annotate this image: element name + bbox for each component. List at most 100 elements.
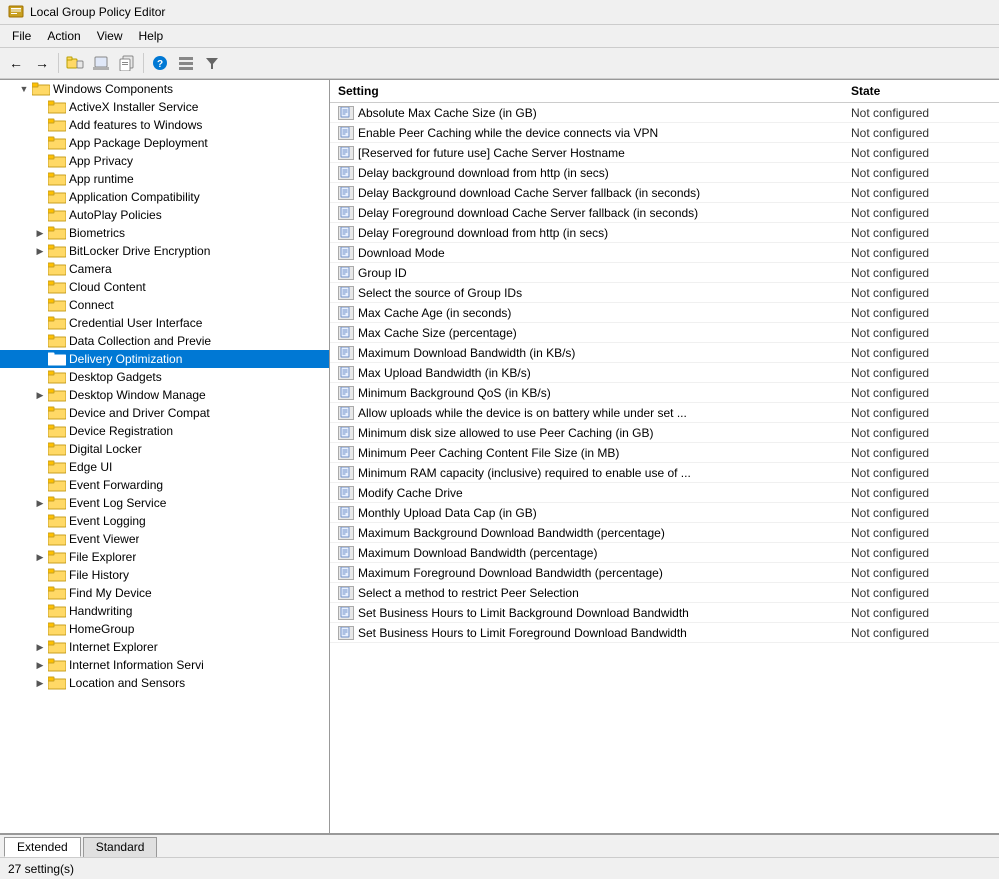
setting-name: Download Mode (358, 246, 851, 260)
setting-row[interactable]: Set Business Hours to Limit Foreground D… (330, 623, 999, 643)
setting-name: Delay background download from http (in … (358, 166, 851, 180)
setting-row[interactable]: Maximum Foreground Download Bandwidth (p… (330, 563, 999, 583)
setting-row[interactable]: Delay Background download Cache Server f… (330, 183, 999, 203)
tree-item-event-logging[interactable]: Event Logging (0, 512, 329, 530)
tree-item-windows-components[interactable]: Windows Components (0, 80, 329, 98)
tree-label: Application Compatibility (69, 190, 200, 204)
setting-row[interactable]: Allow uploads while the device is on bat… (330, 403, 999, 423)
tree-item-location-sensors[interactable]: Location and Sensors (0, 674, 329, 692)
tree-item-internet-info[interactable]: Internet Information Servi (0, 656, 329, 674)
tree-item-desktop-gadgets[interactable]: Desktop Gadgets (0, 368, 329, 386)
tree-item-homegroup[interactable]: HomeGroup (0, 620, 329, 638)
setting-state: Not configured (851, 406, 991, 420)
setting-row[interactable]: Group IDNot configured (330, 263, 999, 283)
setting-row[interactable]: Absolute Max Cache Size (in GB)Not confi… (330, 103, 999, 123)
setting-icon (338, 466, 354, 480)
setting-row[interactable]: Max Upload Bandwidth (in KB/s)Not config… (330, 363, 999, 383)
tree-item-cloud-content[interactable]: Cloud Content (0, 278, 329, 296)
setting-icon (338, 306, 354, 320)
tree-item-app-runtime[interactable]: App runtime (0, 170, 329, 188)
browse-button[interactable] (63, 51, 87, 75)
setting-row[interactable]: Minimum Background QoS (in KB/s)Not conf… (330, 383, 999, 403)
setting-row[interactable]: Select a method to restrict Peer Selecti… (330, 583, 999, 603)
expand-arrow[interactable] (32, 675, 48, 691)
setting-row[interactable]: Max Cache Age (in seconds)Not configured (330, 303, 999, 323)
tree-item-event-fwd[interactable]: Event Forwarding (0, 476, 329, 494)
setting-row[interactable]: Maximum Download Bandwidth (in KB/s)Not … (330, 343, 999, 363)
expand-arrow[interactable] (32, 225, 48, 241)
tree-item-delivery-opt[interactable]: Delivery Optimization (0, 350, 329, 368)
expand-arrow[interactable] (32, 495, 48, 511)
tree-item-app-privacy[interactable]: App Privacy (0, 152, 329, 170)
tree-item-event-log[interactable]: Event Log Service (0, 494, 329, 512)
setting-state: Not configured (851, 286, 991, 300)
expand-arrow[interactable] (32, 243, 48, 259)
tree-item-desktop-window[interactable]: Desktop Window Manage (0, 386, 329, 404)
tree-item-connect[interactable]: Connect (0, 296, 329, 314)
setting-row[interactable]: Maximum Download Bandwidth (percentage)N… (330, 543, 999, 563)
menu-help[interactable]: Help (131, 27, 172, 45)
setting-icon (338, 546, 354, 560)
setting-name: Minimum Peer Caching Content File Size (… (358, 446, 851, 460)
setting-row[interactable]: Download ModeNot configured (330, 243, 999, 263)
setting-row[interactable]: Delay Foreground download Cache Server f… (330, 203, 999, 223)
expand-arrow[interactable] (32, 639, 48, 655)
help-button[interactable]: ? (148, 51, 172, 75)
menu-view[interactable]: View (89, 27, 131, 45)
tree-item-data-collection[interactable]: Data Collection and Previe (0, 332, 329, 350)
menu-action[interactable]: Action (39, 27, 88, 45)
tree-item-event-viewer[interactable]: Event Viewer (0, 530, 329, 548)
setting-row[interactable]: Minimum Peer Caching Content File Size (… (330, 443, 999, 463)
expand-arrow[interactable] (32, 657, 48, 673)
back-button[interactable]: ← (4, 51, 28, 75)
menu-file[interactable]: File (4, 27, 39, 45)
setting-row[interactable]: Select the source of Group IDsNot config… (330, 283, 999, 303)
tree-item-activex[interactable]: ActiveX Installer Service (0, 98, 329, 116)
setting-row[interactable]: Minimum disk size allowed to use Peer Ca… (330, 423, 999, 443)
tree-item-credential-ui[interactable]: Credential User Interface (0, 314, 329, 332)
tree-item-autoplay[interactable]: AutoPlay Policies (0, 206, 329, 224)
tab-standard[interactable]: Standard (83, 837, 158, 857)
expand-arrow[interactable] (32, 549, 48, 565)
tree-item-app-compat[interactable]: Application Compatibility (0, 188, 329, 206)
tree-item-app-package[interactable]: App Package Deployment (0, 134, 329, 152)
setting-row[interactable]: Minimum RAM capacity (inclusive) require… (330, 463, 999, 483)
setting-row[interactable]: Monthly Upload Data Cap (in GB)Not confi… (330, 503, 999, 523)
view-button[interactable] (174, 51, 198, 75)
setting-row[interactable]: Delay background download from http (in … (330, 163, 999, 183)
forward-button[interactable]: → (30, 51, 54, 75)
expand-arrow[interactable] (16, 81, 32, 97)
tree-item-internet-explorer[interactable]: Internet Explorer (0, 638, 329, 656)
tree-item-digital-locker[interactable]: Digital Locker (0, 440, 329, 458)
tree-item-bitlocker[interactable]: BitLocker Drive Encryption (0, 242, 329, 260)
setting-row[interactable]: Set Business Hours to Limit Background D… (330, 603, 999, 623)
setting-state: Not configured (851, 166, 991, 180)
setting-name: Maximum Download Bandwidth (in KB/s) (358, 346, 851, 360)
setting-row[interactable]: Modify Cache DriveNot configured (330, 483, 999, 503)
setting-row[interactable]: Enable Peer Caching while the device con… (330, 123, 999, 143)
tree-item-device-driver[interactable]: Device and Driver Compat (0, 404, 329, 422)
copy-button[interactable] (115, 51, 139, 75)
setting-state: Not configured (851, 586, 991, 600)
tree-label: Cloud Content (69, 280, 146, 294)
up-button[interactable] (89, 51, 113, 75)
tab-extended[interactable]: Extended (4, 837, 81, 857)
setting-row[interactable]: [Reserved for future use] Cache Server H… (330, 143, 999, 163)
setting-icon (338, 606, 354, 620)
tree-item-find-my-device[interactable]: Find My Device (0, 584, 329, 602)
tree-item-device-reg[interactable]: Device Registration (0, 422, 329, 440)
tree-item-handwriting[interactable]: Handwriting (0, 602, 329, 620)
filter-button[interactable] (200, 51, 224, 75)
tree-item-camera[interactable]: Camera (0, 260, 329, 278)
setting-icon (338, 266, 354, 280)
tree-item-edge-ui[interactable]: Edge UI (0, 458, 329, 476)
tree-item-file-history[interactable]: File History (0, 566, 329, 584)
folder-icon (48, 172, 66, 186)
tree-item-file-explorer[interactable]: File Explorer (0, 548, 329, 566)
tree-item-biometrics[interactable]: Biometrics (0, 224, 329, 242)
tree-item-add-features[interactable]: Add features to Windows (0, 116, 329, 134)
setting-row[interactable]: Max Cache Size (percentage)Not configure… (330, 323, 999, 343)
expand-arrow[interactable] (32, 387, 48, 403)
setting-row[interactable]: Maximum Background Download Bandwidth (p… (330, 523, 999, 543)
setting-row[interactable]: Delay Foreground download from http (in … (330, 223, 999, 243)
